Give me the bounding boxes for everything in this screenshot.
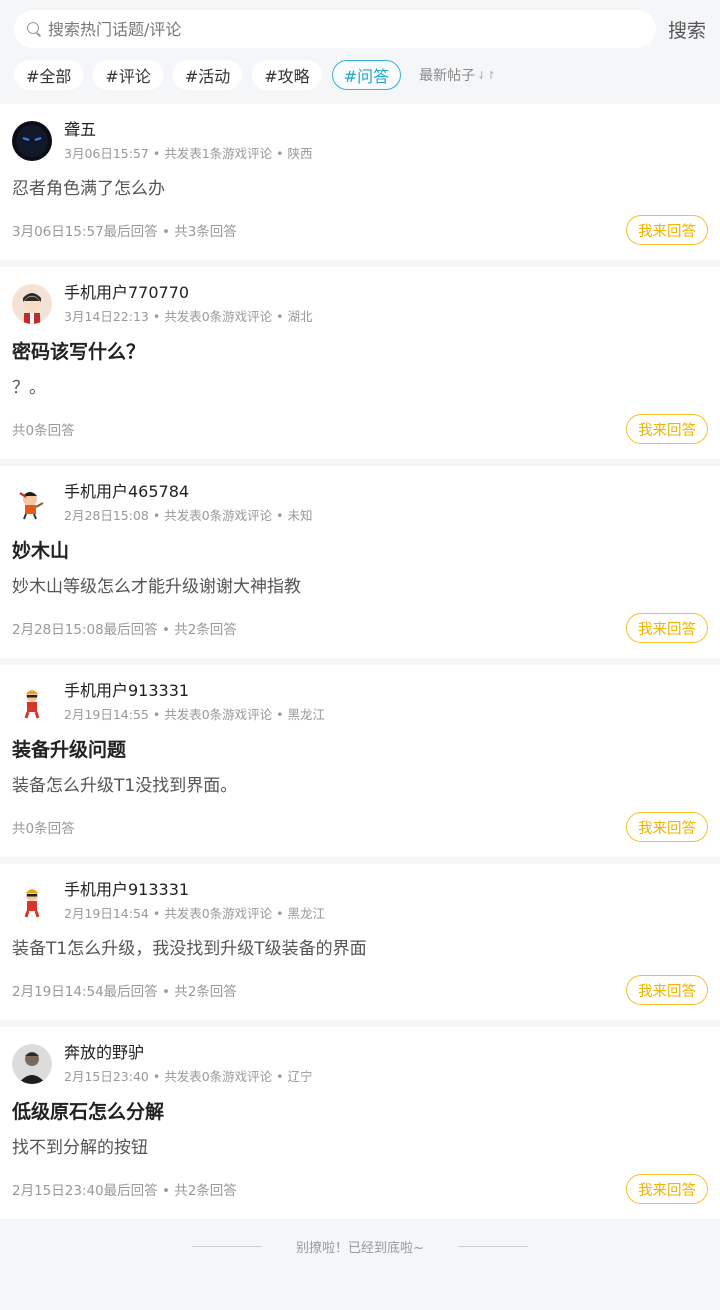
post-footer: 2月15日23:40最后回答 • 共2条回答 我来回答 — [12, 1159, 708, 1219]
post-body: 装备T1怎么升级，我没找到升级T级装备的界面 — [12, 939, 367, 959]
author-row: 奔放的野驴 2月15日23:40 • 共发表0条游戏评论 • 辽宁 — [12, 1043, 708, 1089]
avatar[interactable] — [12, 682, 52, 722]
post-body: 找不到分解的按钮 — [12, 1138, 148, 1158]
post-body: 妙木山等级怎么才能升级谢谢大神指教 — [12, 577, 301, 597]
post-card[interactable]: 手机用户465784 2月28日15:08 • 共发表0条游戏评论 • 未知 妙… — [0, 466, 720, 658]
reply-button[interactable]: 我来回答 — [626, 812, 708, 842]
divider — [457, 1245, 528, 1247]
tab-qa[interactable]: #问答 — [331, 60, 402, 90]
post-meta: 2月15日23:40 • 共发表0条游戏评论 • 辽宁 — [64, 1069, 313, 1084]
post-card[interactable]: 聋五 3月06日15:57 • 共发表1条游戏评论 • 陕西 忍者角色满了怎么办… — [0, 104, 720, 260]
divider — [192, 1245, 263, 1247]
author-name[interactable]: 奔放的野驴 — [64, 1043, 312, 1063]
post-meta: 2月19日14:55 • 共发表0条游戏评论 • 黑龙江 — [64, 707, 325, 722]
post-card[interactable]: 手机用户913331 2月19日14:55 • 共发表0条游戏评论 • 黑龙江 … — [0, 665, 720, 857]
avatar[interactable] — [12, 284, 52, 324]
post-title[interactable]: 密码该写什么？ — [12, 339, 708, 365]
tab-all[interactable]: #全部 — [14, 60, 84, 90]
author-name[interactable]: 手机用户465784 — [64, 482, 312, 502]
reply-summary: 3月06日15:57最后回答 • 共3条回答 — [12, 224, 237, 240]
header: 搜索 #全部 #评论 #活动 #攻略 #问答 最新帖子 ⇃↾ — [0, 0, 720, 104]
post-body: 忍者角色满了怎么办 — [12, 179, 165, 199]
search-input[interactable] — [48, 19, 608, 39]
post-title[interactable]: 低级原石怎么分解 — [12, 1099, 708, 1125]
post-footer: 共0条回答 我来回答 — [12, 399, 708, 459]
author-row: 手机用户913331 2月19日14:55 • 共发表0条游戏评论 • 黑龙江 — [12, 681, 708, 727]
post-meta: 2月28日15:08 • 共发表0条游戏评论 • 未知 — [64, 508, 313, 523]
author-row: 手机用户913331 2月19日14:54 • 共发表0条游戏评论 • 黑龙江 — [12, 880, 708, 926]
post-body: ？。 — [12, 378, 46, 398]
author-info: 手机用户465784 2月28日15:08 • 共发表0条游戏评论 • 未知 — [64, 482, 312, 524]
post-card[interactable]: 手机用户770770 3月14日22:13 • 共发表0条游戏评论 • 湖北 密… — [0, 267, 720, 459]
avatar[interactable] — [12, 121, 52, 161]
author-info: 手机用户770770 3月14日22:13 • 共发表0条游戏评论 • 湖北 — [64, 283, 312, 325]
avatar[interactable] — [12, 483, 52, 523]
author-row: 聋五 3月06日15:57 • 共发表1条游戏评论 • 陕西 — [12, 120, 708, 166]
reply-button[interactable]: 我来回答 — [626, 613, 708, 643]
tab-bar: #全部 #评论 #活动 #攻略 #问答 最新帖子 ⇃↾ — [14, 60, 706, 90]
tab-events[interactable]: #活动 — [172, 60, 243, 90]
reply-summary: 共0条回答 — [12, 423, 75, 439]
author-row: 手机用户770770 3月14日22:13 • 共发表0条游戏评论 • 湖北 — [12, 283, 708, 329]
post-meta: 3月14日22:13 • 共发表0条游戏评论 • 湖北 — [64, 309, 313, 324]
author-info: 奔放的野驴 2月15日23:40 • 共发表0条游戏评论 • 辽宁 — [64, 1043, 312, 1085]
post-meta: 2月19日14:54 • 共发表0条游戏评论 • 黑龙江 — [64, 906, 325, 921]
sort-icon: ⇃↾ — [477, 68, 496, 82]
tab-comments[interactable]: #评论 — [93, 60, 163, 90]
author-row: 手机用户465784 2月28日15:08 • 共发表0条游戏评论 • 未知 — [12, 482, 708, 528]
author-name[interactable]: 手机用户913331 — [64, 681, 325, 701]
avatar[interactable] — [12, 1044, 52, 1084]
end-of-list-text: 别撩啦！已经到底啦~ — [296, 1240, 424, 1256]
reply-summary: 共0条回答 — [12, 821, 75, 837]
author-name[interactable]: 聋五 — [64, 120, 312, 140]
reply-summary: 2月15日23:40最后回答 • 共2条回答 — [12, 1183, 237, 1199]
reply-button[interactable]: 我来回答 — [626, 215, 708, 245]
post-footer: 2月19日14:54最后回答 • 共2条回答 我来回答 — [12, 960, 708, 1020]
post-title[interactable]: 妙木山 — [12, 538, 708, 564]
search-row: 搜索 — [14, 10, 706, 48]
tab-guides[interactable]: #攻略 — [252, 60, 322, 90]
author-name[interactable]: 手机用户913331 — [64, 880, 325, 900]
post-footer: 2月28日15:08最后回答 • 共2条回答 我来回答 — [12, 598, 708, 658]
reply-summary: 2月19日14:54最后回答 • 共2条回答 — [12, 984, 237, 1000]
end-of-list: 别撩啦！已经到底啦~ — [0, 1226, 720, 1266]
search-icon — [26, 21, 43, 38]
reply-button[interactable]: 我来回答 — [626, 414, 708, 444]
search-button[interactable]: 搜索 — [668, 16, 706, 43]
sort-label: 最新帖子 — [419, 68, 476, 84]
post-title[interactable]: 装备升级问题 — [12, 737, 708, 763]
avatar[interactable] — [12, 881, 52, 921]
post-body: 装备怎么升级T1没找到界面。 — [12, 776, 238, 796]
reply-button[interactable]: 我来回答 — [626, 975, 708, 1005]
author-info: 手机用户913331 2月19日14:55 • 共发表0条游戏评论 • 黑龙江 — [64, 681, 325, 723]
reply-summary: 2月28日15:08最后回答 • 共2条回答 — [12, 622, 237, 638]
post-footer: 3月06日15:57最后回答 • 共3条回答 我来回答 — [12, 200, 708, 260]
author-info: 手机用户913331 2月19日14:54 • 共发表0条游戏评论 • 黑龙江 — [64, 880, 325, 922]
post-card[interactable]: 手机用户913331 2月19日14:54 • 共发表0条游戏评论 • 黑龙江 … — [0, 864, 720, 1020]
post-card[interactable]: 奔放的野驴 2月15日23:40 • 共发表0条游戏评论 • 辽宁 低级原石怎么… — [0, 1027, 720, 1219]
author-info: 聋五 3月06日15:57 • 共发表1条游戏评论 • 陕西 — [64, 120, 312, 162]
post-meta: 3月06日15:57 • 共发表1条游戏评论 • 陕西 — [64, 146, 313, 161]
reply-button[interactable]: 我来回答 — [626, 1174, 708, 1204]
search-box[interactable] — [14, 10, 656, 48]
post-footer: 共0条回答 我来回答 — [12, 797, 708, 857]
sort-dropdown[interactable]: 最新帖子 ⇃↾ — [419, 65, 495, 85]
author-name[interactable]: 手机用户770770 — [64, 283, 312, 303]
